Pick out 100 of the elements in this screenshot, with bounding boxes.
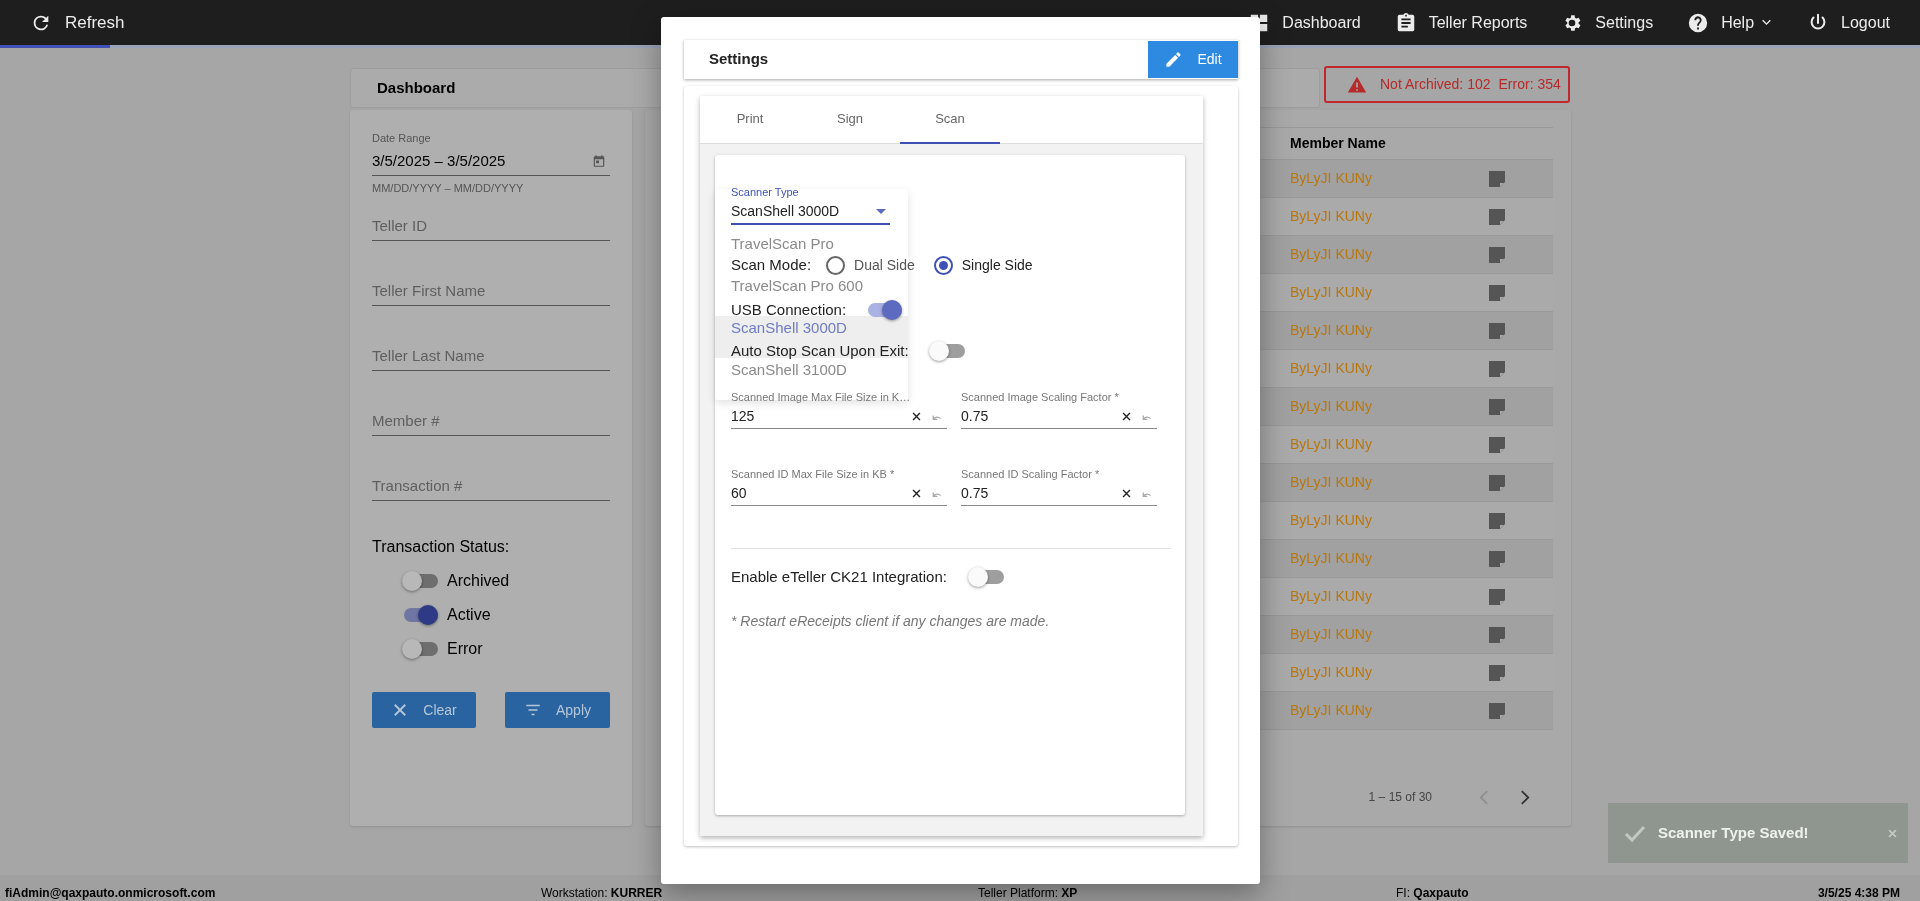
table-cell-text: ByLyJI KUNy [1290, 701, 1372, 720]
section-label: Transaction Status: [372, 538, 511, 556]
menu-item[interactable]: TravelScan Pro [731, 235, 834, 252]
field-label: USB Connection: [731, 299, 847, 320]
pagination-text: 1 – 15 of 30 [1368, 789, 1432, 806]
note-text: * Restart eReceipts client if any changes are made. [731, 612, 1051, 631]
table-cell-text: ByLyJI KUNy [1290, 435, 1372, 454]
clear-icon[interactable] [1121, 488, 1132, 499]
input-field[interactable]: 60 [731, 481, 947, 506]
toggle-switch[interactable] [402, 605, 439, 625]
tab[interactable]: Scan [900, 96, 1000, 144]
table-cell-text: ByLyJI KUNy [1290, 587, 1372, 606]
clear-icon[interactable] [911, 488, 922, 499]
input-field[interactable]: Teller ID [372, 211, 610, 241]
table-cell-text: ByLyJI KUNy [1290, 549, 1372, 568]
note-icon[interactable] [1489, 664, 1505, 681]
column-header: Member Name [1290, 134, 1386, 153]
nav-link[interactable]: Help [1687, 10, 1774, 35]
note-icon[interactable] [1489, 284, 1505, 301]
table-cell-text: ByLyJI KUNy [1290, 207, 1372, 226]
clear-icon[interactable] [1121, 411, 1132, 422]
radio-label: Single Side [961, 255, 1033, 275]
table-cell-text: ByLyJI KUNy [1290, 359, 1372, 378]
undo-icon[interactable] [930, 489, 943, 499]
table-cell-text: ByLyJI KUNy [1290, 283, 1372, 302]
nav-link[interactable]: Settings [1561, 10, 1654, 35]
note-icon[interactable] [1489, 208, 1505, 225]
calendar-icon[interactable] [592, 154, 606, 168]
table-cell-text: ByLyJI KUNy [1290, 663, 1372, 682]
note-icon[interactable] [1489, 322, 1505, 339]
edit-button[interactable]: Edit [1148, 41, 1238, 78]
undo-icon[interactable] [1140, 489, 1153, 499]
undo-icon[interactable] [930, 412, 943, 422]
tab[interactable]: Sign [800, 96, 900, 144]
alert-text: Not Archived: 102 [1380, 75, 1491, 94]
table-cell-text: ByLyJI KUNy [1290, 473, 1372, 492]
field-label: Scan Mode: [731, 254, 812, 275]
page-title: Dashboard [377, 77, 456, 98]
note-icon[interactable] [1489, 436, 1505, 453]
nav-link[interactable]: Logout [1807, 10, 1890, 35]
close-icon[interactable] [1887, 827, 1898, 839]
input-field[interactable]: Member # [372, 406, 610, 436]
radio-button[interactable] [933, 255, 953, 275]
date-time: 3/5/25 4:38 PM [1817, 886, 1900, 900]
table-cell-text: ByLyJI KUNy [1290, 397, 1372, 416]
table-cell-text: ByLyJI KUNy [1290, 511, 1372, 530]
hint-text: MM/DD/YYYY – MM/DD/YYYY [372, 182, 525, 195]
input-field[interactable]: 0.75 [961, 404, 1157, 429]
tab[interactable]: Print [700, 96, 800, 144]
note-icon[interactable] [1489, 702, 1505, 719]
toggle-label: Error [447, 639, 483, 659]
radio-label: Dual Side [854, 255, 915, 275]
dialog-title: Settings [708, 49, 769, 70]
undo-icon[interactable] [1140, 412, 1153, 422]
input-field[interactable]: Teller First Name [372, 276, 610, 306]
field-label: Auto Stop Scan Upon Exit: [731, 340, 909, 361]
note-icon[interactable] [1489, 398, 1505, 415]
menu-item[interactable]: ScanShell 3000D [731, 319, 847, 336]
note-icon[interactable] [1489, 360, 1505, 377]
input-field[interactable]: Teller Last Name [372, 341, 610, 371]
toggle-switch[interactable] [402, 571, 439, 591]
caret-icon [876, 208, 886, 214]
toggle-label: Active [447, 605, 491, 625]
menu-item[interactable]: TravelScan Pro 600 [731, 277, 863, 294]
field-label: Scanned Image Max File Size in K… [731, 390, 912, 404]
apply-button[interactable]: Apply [505, 692, 610, 728]
nav-link[interactable]: Teller Reports [1394, 10, 1528, 35]
toggle-switch[interactable] [866, 300, 904, 320]
field-label: Date Range [372, 132, 432, 145]
alert-text: Error: 354 [1498, 75, 1561, 94]
note-icon[interactable] [1489, 626, 1505, 643]
table-cell-text: ByLyJI KUNy [1290, 625, 1372, 644]
note-icon[interactable] [1489, 246, 1505, 263]
note-icon[interactable] [1489, 474, 1505, 491]
note-icon[interactable] [1489, 512, 1505, 529]
menu-item[interactable]: ScanShell 3100D [731, 361, 847, 378]
note-icon[interactable] [1489, 170, 1505, 187]
field-label: Enable eTeller CK21 Integration: [731, 566, 947, 587]
platform-text: Teller Platform: XP [978, 886, 1078, 900]
input-field[interactable]: 0.75 [961, 481, 1157, 506]
date-range-field[interactable]: 3/5/2025 – 3/5/2025 [372, 145, 610, 176]
next-page-icon[interactable] [1519, 788, 1531, 806]
input-field[interactable]: Transaction # [372, 471, 610, 501]
radio-button[interactable] [826, 255, 846, 275]
workstation-text: Workstation: KURRER [541, 886, 663, 900]
note-icon[interactable] [1489, 588, 1505, 605]
clear-icon[interactable] [911, 411, 922, 422]
clear-button[interactable]: Clear [372, 692, 476, 728]
table-cell-text: ByLyJI KUNy [1290, 169, 1372, 188]
refresh-button[interactable]: Refresh [30, 9, 125, 36]
field-label: Scanner Type [731, 185, 800, 199]
input-field[interactable]: 125 [731, 404, 947, 429]
fi-text: FI: Qaxpauto [1396, 886, 1469, 900]
table-cell-text: ByLyJI KUNy [1290, 245, 1372, 264]
toggle-switch[interactable] [402, 639, 439, 659]
toggle-switch[interactable] [928, 341, 966, 361]
note-icon[interactable] [1489, 550, 1505, 567]
select-field[interactable]: ScanShell 3000D [731, 199, 890, 225]
toggle-switch[interactable] [968, 567, 1005, 587]
table-cell-text: ByLyJI KUNy [1290, 321, 1372, 340]
